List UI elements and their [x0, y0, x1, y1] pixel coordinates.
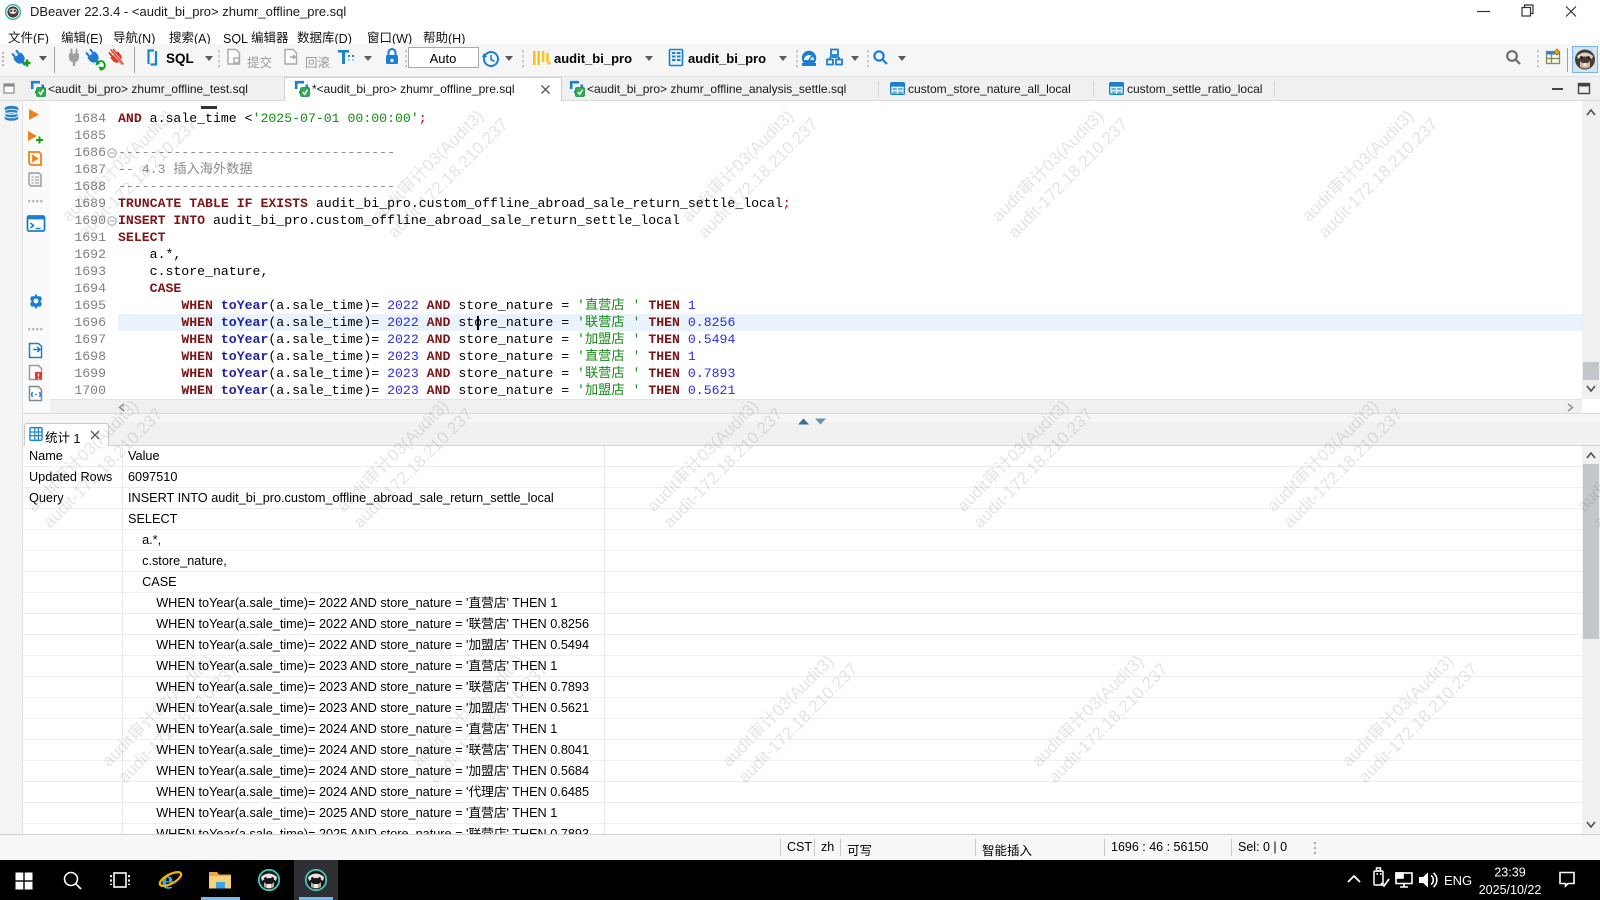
svg-text:2025/10/22: 2025/10/22: [1479, 883, 1542, 897]
svg-text:e: e: [162, 866, 174, 895]
svg-text:ENG: ENG: [1444, 873, 1472, 888]
svg-text:23:39: 23:39: [1494, 866, 1525, 880]
